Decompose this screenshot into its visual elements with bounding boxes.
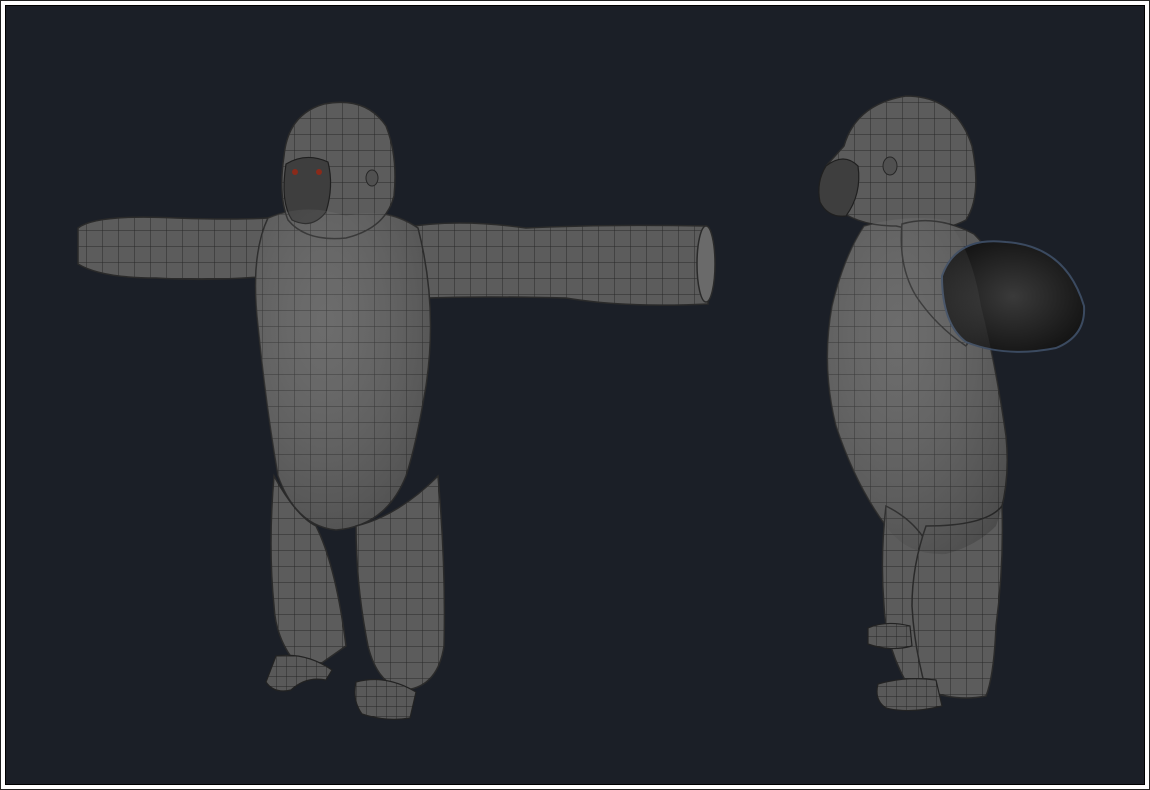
ear (365, 169, 379, 187)
left-arm (77, 216, 287, 281)
image-frame (0, 0, 1150, 790)
gorilla-front-view (77, 101, 716, 720)
right-eye (316, 169, 322, 175)
side-back-foot (867, 622, 913, 650)
side-ear (882, 156, 898, 176)
side-front-foot (876, 678, 943, 712)
right-arm-opening (696, 225, 716, 303)
right-arm (399, 222, 709, 306)
left-eye (292, 169, 298, 175)
render-viewport (5, 5, 1145, 785)
gorilla-render-scene (77, 95, 1086, 720)
gorilla-side-view (818, 95, 1086, 712)
